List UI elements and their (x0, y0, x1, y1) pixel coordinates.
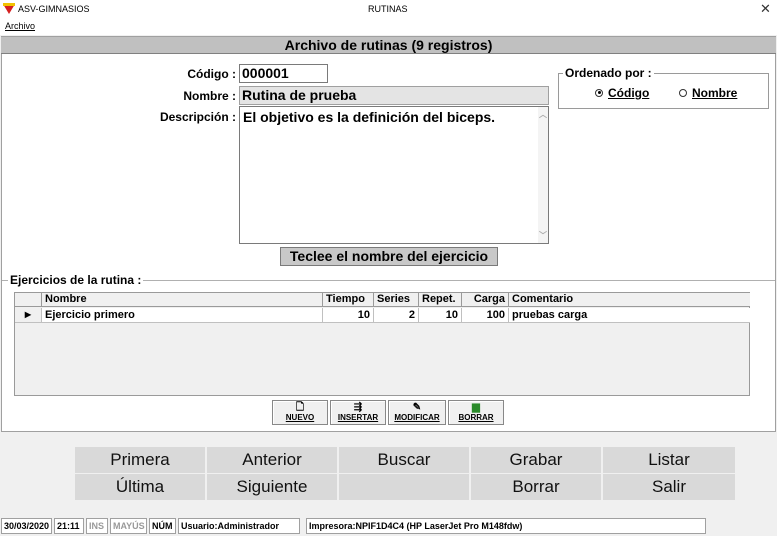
order-nombre-label: Nombre (692, 86, 738, 100)
status-time: 21:11 (54, 518, 84, 534)
status-printer: Impresora:NPIF1D4C4 (HP LaserJet Pro M14… (306, 518, 706, 534)
modificar-button[interactable]: ✎ MODIFICAR (388, 400, 446, 425)
borrar-button[interactable]: Borrar (471, 474, 601, 500)
empty-nav-slot (339, 474, 469, 500)
descripcion-field[interactable]: El objetivo es la definición del biceps.… (239, 106, 549, 244)
title-bar: ASV-GIMNASIOS RUTINAS ✕ (0, 0, 777, 19)
table-cell-tiempo[interactable]: 10 (323, 308, 374, 323)
insertar-label: INSERTAR (337, 413, 379, 422)
buscar-button[interactable]: Buscar (339, 447, 469, 473)
pencil-icon: ✎ (412, 402, 422, 413)
order-codigo-radio[interactable]: Código (595, 86, 649, 100)
table-cell-nombre[interactable]: Ejercicio primero (42, 308, 323, 323)
nuevo-label: NUEVO (285, 413, 315, 422)
new-document-icon: 🗋 (295, 402, 305, 413)
col-comentario[interactable]: Comentario (509, 293, 750, 307)
nombre-label: Nombre : (183, 89, 236, 103)
col-series[interactable]: Series (374, 293, 419, 307)
ultima-button[interactable]: Última (75, 474, 205, 500)
col-tiempo[interactable]: Tiempo (323, 293, 374, 307)
nuevo-button[interactable]: 🗋 NUEVO (272, 400, 328, 425)
status-user: Usuario:Administrador (178, 518, 300, 534)
nombre-field[interactable]: Rutina de prueba (239, 86, 549, 105)
menu-archivo[interactable]: Archivo (5, 21, 35, 31)
grabar-button[interactable]: Grabar (471, 447, 601, 473)
row-pointer-icon[interactable]: ▶ (15, 308, 42, 323)
row-header-corner (15, 293, 42, 307)
col-repet[interactable]: Repet. (419, 293, 462, 307)
col-nombre[interactable]: Nombre (42, 293, 323, 307)
order-nombre-radio[interactable]: Nombre (679, 86, 737, 100)
radio-selected-icon (595, 88, 603, 97)
listar-button[interactable]: Listar (603, 447, 735, 473)
salir-button[interactable]: Salir (603, 474, 735, 500)
radio-empty-icon (679, 88, 687, 97)
exercises-title: Ejercicios de la rutina : (8, 273, 144, 287)
table-cell-series[interactable]: 2 (374, 308, 419, 323)
col-carga[interactable]: Carga (462, 293, 509, 307)
page-title: Archivo de rutinas (9 registros) (1, 37, 776, 54)
anterior-button[interactable]: Anterior (207, 447, 337, 473)
window-title: RUTINAS (368, 4, 408, 14)
table-cell-comentario[interactable]: pruebas carga (509, 308, 750, 323)
modificar-label: MODIFICAR (394, 413, 440, 422)
status-ins: INS (86, 518, 108, 534)
borrar-row-label: BORRAR (458, 413, 494, 422)
insert-icon: ⇶ (353, 402, 363, 413)
order-title: Ordenado por : (563, 66, 654, 80)
status-bar: 30/03/2020 21:11 INS MAYÚS NÚM Usuario:A… (0, 516, 777, 536)
app-title: ASV-GIMNASIOS (18, 4, 90, 14)
table-cell-carga[interactable]: 100 (462, 308, 509, 323)
hint-label: Teclee el nombre del ejercicio (280, 247, 498, 266)
trash-icon: ▆ (472, 402, 480, 413)
app-logo-icon (3, 3, 15, 14)
siguiente-button[interactable]: Siguiente (207, 474, 337, 500)
close-icon[interactable]: ✕ (760, 1, 771, 17)
codigo-label: Código : (187, 67, 236, 81)
status-date: 30/03/2020 (1, 518, 52, 534)
order-codigo-label: Código (608, 86, 650, 100)
exercises-grid[interactable]: Nombre Tiempo Series Repet. Carga Coment… (14, 292, 750, 396)
descripcion-label: Descripción : (159, 110, 236, 124)
menu-bar: Archivo (0, 19, 777, 35)
primera-button[interactable]: Primera (75, 447, 205, 473)
descripcion-text: El objetivo es la definición del biceps. (243, 109, 496, 125)
status-mayus: MAYÚS (110, 518, 147, 534)
table-cell-repet[interactable]: 10 (419, 308, 462, 323)
codigo-field[interactable]: 000001 (239, 64, 328, 83)
borrar-row-button[interactable]: ▆ BORRAR (448, 400, 504, 425)
status-num: NÚM (149, 518, 176, 534)
descripcion-scrollbar[interactable]: ︿ ﹀ (538, 107, 548, 243)
insertar-button[interactable]: ⇶ INSERTAR (330, 400, 386, 425)
